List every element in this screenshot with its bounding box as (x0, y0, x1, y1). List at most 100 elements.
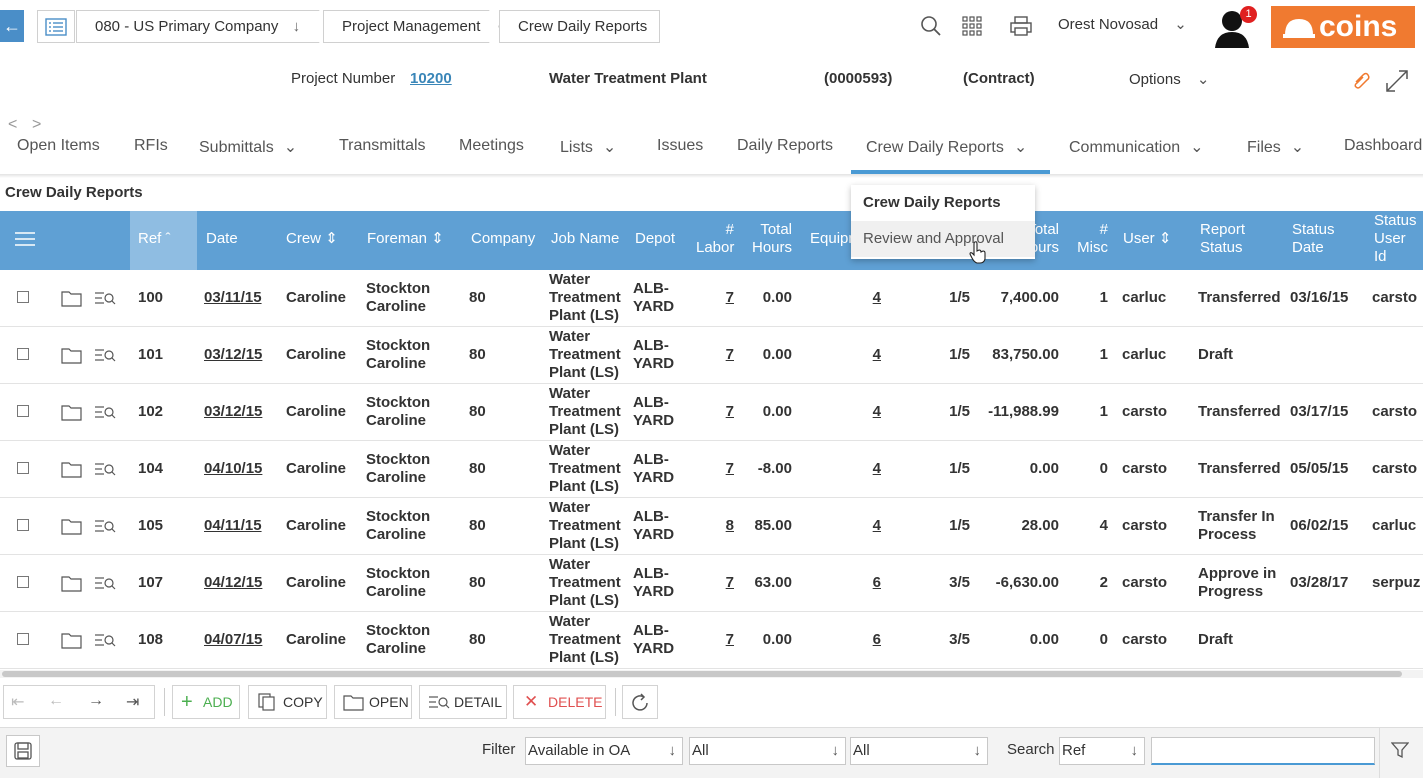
folder-icon[interactable] (61, 573, 83, 593)
menu-item-review-and-approval[interactable]: Review and Approval (851, 221, 1035, 257)
table-row[interactable]: 102 03/12/15 Caroline Stockton Caroline 8… (0, 384, 1423, 441)
cell-date-link[interactable]: 04/11/15 (204, 517, 262, 535)
detail-search-icon[interactable] (94, 630, 116, 650)
row-checkbox[interactable] (17, 348, 29, 360)
tab-open-items[interactable]: Open Items (17, 137, 100, 155)
table-row[interactable]: 104 04/10/15 Caroline Stockton Caroline 8… (0, 441, 1423, 498)
open-button[interactable]: OPEN (334, 685, 412, 719)
row-checkbox[interactable] (17, 576, 29, 588)
cell-labor-link[interactable]: 7 (714, 403, 734, 421)
cell-labor-link[interactable]: 8 (714, 517, 734, 535)
project-number-link[interactable]: 10200 (410, 70, 452, 87)
cell-labor-link[interactable]: 7 (714, 289, 734, 307)
detail-search-icon[interactable] (94, 459, 116, 479)
cell-date-link[interactable]: 04/07/15 (204, 631, 262, 649)
search-input[interactable] (1151, 737, 1375, 765)
tab-issues[interactable]: Issues (657, 137, 703, 155)
cell-date-link[interactable]: 04/10/15 (204, 460, 262, 478)
cell-date-link[interactable]: 03/12/15 (204, 346, 262, 364)
copy-button[interactable]: COPY (248, 685, 327, 719)
cell-equipment-link[interactable]: 6 (860, 574, 881, 592)
cell-equipment-link[interactable]: 4 (860, 289, 881, 307)
print-button[interactable] (1007, 12, 1035, 40)
breadcrumb-company[interactable]: 080 - US Primary Company ↓ (76, 10, 329, 43)
cell-equipment-link[interactable]: 4 (860, 346, 881, 364)
cell-equipment-link[interactable]: 4 (860, 460, 881, 478)
attachment-button[interactable] (1352, 70, 1372, 94)
folder-icon[interactable] (61, 459, 83, 479)
detail-search-icon[interactable] (94, 402, 116, 422)
user-menu[interactable]: Orest Novosad ⌄ (1058, 15, 1187, 33)
tab-rfis[interactable]: RFIs (134, 137, 168, 155)
menu-list-button[interactable] (37, 10, 75, 43)
tab-submittals[interactable]: Submittals ⌄ (199, 137, 297, 157)
search-field-select[interactable]: Ref ↓ (1059, 737, 1145, 765)
cell-labor-link[interactable]: 7 (714, 574, 734, 592)
cell-equipment-link[interactable]: 4 (860, 403, 881, 421)
column-header-report-status[interactable]: Report Status (1200, 221, 1245, 257)
menu-item-crew-daily-reports[interactable]: Crew Daily Reports (851, 185, 1035, 221)
expand-button[interactable] (1384, 68, 1410, 98)
next-page-icon[interactable]: → (88, 692, 104, 710)
back-button[interactable]: ← (0, 10, 24, 42)
row-checkbox[interactable] (17, 291, 29, 303)
refresh-button[interactable] (622, 685, 658, 719)
tab-meetings[interactable]: Meetings (459, 137, 524, 155)
column-menu-button[interactable] (14, 230, 36, 252)
save-button[interactable] (6, 735, 40, 767)
filter-select-3[interactable]: All ↓ (850, 737, 988, 765)
filter-select-2[interactable]: All ↓ (689, 737, 846, 765)
breadcrumb-module[interactable]: Project Management (323, 10, 499, 43)
folder-icon[interactable] (61, 288, 83, 308)
tabs-scroll-left-icon[interactable]: < (8, 116, 17, 134)
table-row[interactable]: 101 03/12/15 Caroline Stockton Caroline 8… (0, 327, 1423, 384)
tab-dashboard[interactable]: Dashboard (1344, 137, 1422, 155)
cell-date-link[interactable]: 03/11/15 (204, 289, 262, 307)
column-header-misc[interactable]: # Misc (1074, 221, 1108, 257)
last-page-icon[interactable]: ⇥ (126, 692, 139, 712)
column-header-job-name[interactable]: Job Name (551, 230, 619, 248)
detail-search-icon[interactable] (94, 573, 116, 593)
column-header-ref[interactable]: Ref ˆ (138, 230, 171, 248)
cell-labor-link[interactable]: 7 (714, 631, 734, 649)
table-row[interactable]: 108 04/07/15 Caroline Stockton Caroline 8… (0, 612, 1423, 669)
filter-select-1[interactable]: Available in OA ↓ (525, 737, 683, 765)
column-header-foreman[interactable]: Foreman ⇕ (367, 230, 444, 248)
detail-button[interactable]: DETAIL (419, 685, 507, 719)
folder-icon[interactable] (61, 345, 83, 365)
tab-crew-daily-reports[interactable]: Crew Daily Reports ⌄ (866, 137, 1027, 157)
column-header-date[interactable]: Date (206, 230, 238, 248)
horizontal-scrollbar-thumb[interactable] (2, 671, 1402, 677)
tab-lists[interactable]: Lists ⌄ (560, 137, 616, 157)
column-header-status-date[interactable]: Status Date (1292, 221, 1335, 257)
tab-transmittals[interactable]: Transmittals (339, 137, 426, 155)
table-row[interactable]: 107 04/12/15 Caroline Stockton Caroline 8… (0, 555, 1423, 612)
row-checkbox[interactable] (17, 405, 29, 417)
search-button[interactable] (917, 12, 945, 40)
column-header-total-hours[interactable]: Total Hours (748, 221, 792, 257)
cell-date-link[interactable]: 04/12/15 (204, 574, 262, 592)
cell-equipment-link[interactable]: 4 (860, 517, 881, 535)
first-page-icon[interactable]: ⇤ (11, 692, 24, 712)
row-checkbox[interactable] (17, 462, 29, 474)
folder-icon[interactable] (61, 402, 83, 422)
tab-files[interactable]: Files ⌄ (1247, 137, 1304, 157)
cell-date-link[interactable]: 03/12/15 (204, 403, 262, 421)
cell-labor-link[interactable]: 7 (714, 346, 734, 364)
column-header-crew[interactable]: Crew ⇕ (286, 230, 338, 248)
tab-communication[interactable]: Communication ⌄ (1069, 137, 1204, 157)
tabs-scroll-right-icon[interactable]: > (32, 116, 41, 134)
column-header-labor[interactable]: # Labor (696, 221, 734, 257)
table-row[interactable]: 100 03/11/15 Caroline Stockton Caroline 8… (0, 270, 1423, 327)
cell-equipment-link[interactable]: 6 (860, 631, 881, 649)
row-checkbox[interactable] (17, 633, 29, 645)
row-checkbox[interactable] (17, 519, 29, 531)
breadcrumb-page[interactable]: Crew Daily Reports (499, 10, 660, 43)
column-header-depot[interactable]: Depot (635, 230, 675, 248)
prev-page-icon[interactable]: ← (48, 692, 64, 710)
table-row[interactable]: 105 04/11/15 Caroline Stockton Caroline 8… (0, 498, 1423, 555)
column-header-user[interactable]: User ⇕ (1123, 230, 1171, 248)
add-button[interactable]: + ADD (172, 685, 240, 719)
column-header-status-user[interactable]: Status User Id (1374, 212, 1417, 266)
detail-search-icon[interactable] (94, 345, 116, 365)
